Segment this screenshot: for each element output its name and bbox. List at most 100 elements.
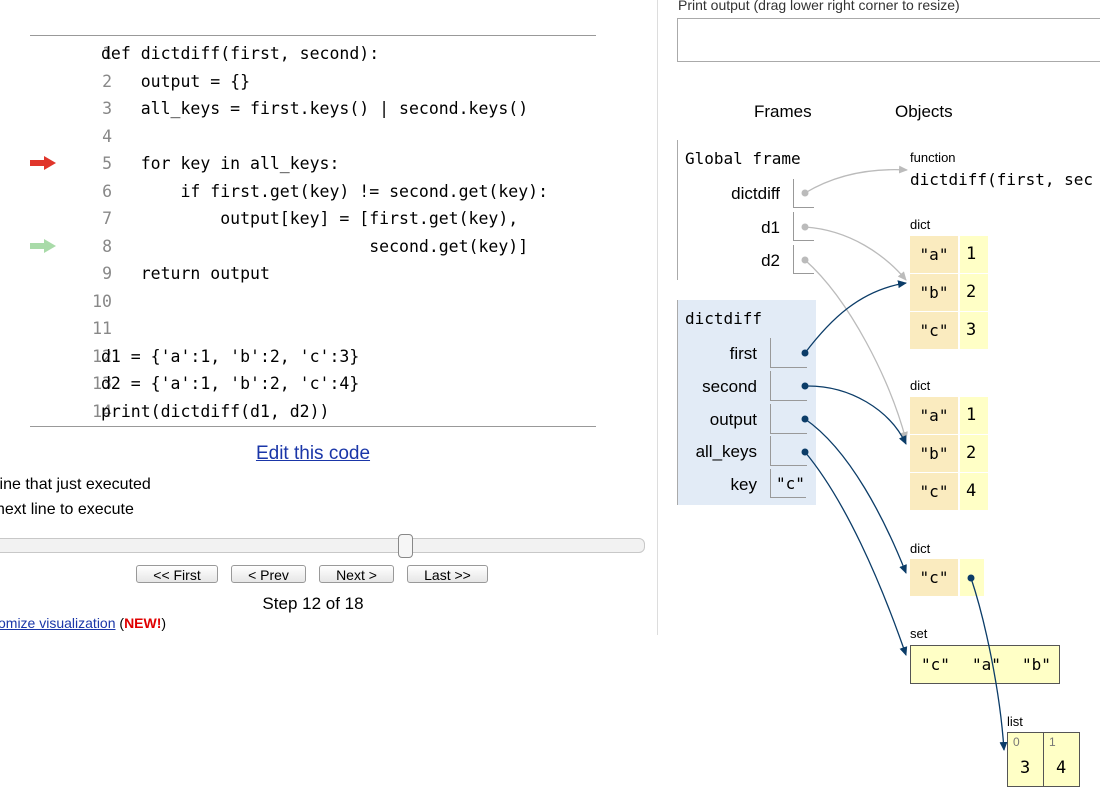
print-output-box[interactable] xyxy=(677,18,1100,62)
code-line: 11 xyxy=(30,315,596,342)
frames-header: Frames xyxy=(754,102,812,121)
function-object: dictdiff(first, sec xyxy=(910,170,1094,189)
var-name: all_keys xyxy=(695,442,757,461)
dict-key: "b" xyxy=(910,435,958,472)
list-cell-divider xyxy=(1043,733,1044,786)
dict-value: 2 xyxy=(960,435,988,472)
dict-value: 2 xyxy=(960,274,988,311)
var-pointer-cell xyxy=(770,436,807,466)
code-text: for key in all_keys: xyxy=(101,154,340,173)
var-pointer-cell xyxy=(793,212,814,241)
print-output-label: Print output (drag lower right corner to… xyxy=(678,0,960,13)
code-line: 12 d1 = {'a':1, 'b':2, 'c':3} xyxy=(30,343,596,370)
objects-header: Objects xyxy=(895,102,953,121)
code-line: 2 output = {} xyxy=(30,68,596,95)
code-text: def dictdiff(first, second): xyxy=(101,44,380,63)
code-text: print(dictdiff(d1, d2)) xyxy=(101,401,330,421)
code-text: if first.get(key) != second.get(key): xyxy=(101,181,549,201)
red-arrow-icon xyxy=(30,156,56,170)
code-line-next: 8 second.get(key)] xyxy=(30,233,596,260)
code-panel: 1 def dictdiff(first, second): 2 output … xyxy=(30,35,596,427)
set-item: "a" xyxy=(972,655,1001,674)
set-object: "c" "a" "b" xyxy=(910,645,1060,684)
dict-type-label: dict xyxy=(910,541,931,556)
code-line: 7 output[key] = [first.get(key), xyxy=(30,205,596,232)
code-line: 1 def dictdiff(first, second): xyxy=(30,40,596,67)
step-counter: Step 12 of 18 xyxy=(262,594,364,613)
code-text: second.get(key)] xyxy=(101,236,529,256)
set-item: "b" xyxy=(1022,655,1051,674)
code-text: d1 = {'a':1, 'b':2, 'c':3} xyxy=(101,346,360,366)
var-name: second xyxy=(702,377,757,396)
dict-value-pointer xyxy=(960,559,984,596)
legend-next-line: next line to execute xyxy=(0,501,134,518)
var-pointer-cell xyxy=(770,404,807,434)
dict-key: "c" xyxy=(910,473,958,510)
set-type-label: set xyxy=(910,626,928,641)
code-line: 4 xyxy=(30,123,596,150)
step-slider-track[interactable] xyxy=(0,538,645,553)
set-item: "c" xyxy=(921,655,950,674)
customize-visualization-link[interactable]: omize visualization xyxy=(0,615,116,631)
dict-value: 1 xyxy=(960,236,988,273)
step-slider-handle[interactable] xyxy=(397,534,413,558)
code-line-current: 5 for key in all_keys: xyxy=(30,150,596,177)
code-text: output = {} xyxy=(101,71,251,91)
code-line: 6 if first.get(key) != second.get(key): xyxy=(30,178,596,205)
list-index: 0 xyxy=(1013,735,1020,749)
var-name: dictdiff xyxy=(731,184,780,203)
list-item: 4 xyxy=(1056,758,1067,778)
global-pointer-arrows xyxy=(804,165,908,441)
list-type-label: list xyxy=(1007,714,1023,729)
global-frame-title: Global frame xyxy=(685,149,801,168)
var-pointer-cell xyxy=(770,338,807,368)
list-object: 0 1 3 4 xyxy=(1007,732,1080,787)
code-text: return output xyxy=(101,264,270,283)
customize-row: omize visualization (NEW!) xyxy=(0,615,166,631)
green-arrow-icon xyxy=(30,238,56,253)
code-line: 3 all_keys = first.keys() | second.keys(… xyxy=(30,95,596,122)
code-line: 9 return output xyxy=(30,260,596,287)
code-line: 13 d2 = {'a':1, 'b':2, 'c':4} xyxy=(30,370,596,397)
legend-just-executed: line that just executed xyxy=(0,476,151,493)
last-button[interactable]: Last >> xyxy=(407,565,488,583)
var-pointer-cell xyxy=(793,245,814,274)
var-name: output xyxy=(709,410,757,429)
dict-key: "b" xyxy=(910,274,958,311)
dict-value: 3 xyxy=(960,312,988,349)
var-pointer-cell xyxy=(793,179,814,208)
list-item: 3 xyxy=(1020,758,1031,778)
code-line: 14 print(dictdiff(d1, d2)) xyxy=(30,398,596,425)
dict-type-label: dict xyxy=(910,378,931,393)
function-type-label: function xyxy=(910,150,956,165)
code-text: all_keys = first.keys() | second.keys() xyxy=(101,99,529,118)
dictdiff-frame-title: dictdiff xyxy=(685,309,763,328)
code-text: d2 = {'a':1, 'b':2, 'c':4} xyxy=(101,374,360,393)
panel-divider xyxy=(657,0,658,635)
code-text: output[key] = [first.get(key), xyxy=(101,209,519,228)
edit-code-link[interactable]: Edit this code xyxy=(0,443,626,465)
var-name: key xyxy=(730,475,757,494)
dict-key: "a" xyxy=(910,236,958,273)
var-value-cell: "c" xyxy=(770,469,806,498)
code-line: 10 xyxy=(30,288,596,315)
var-name: d2 xyxy=(761,251,780,270)
dict-key: "c" xyxy=(910,312,958,349)
first-button[interactable]: << First xyxy=(136,565,218,583)
prev-button[interactable]: < Prev xyxy=(231,565,306,583)
next-button[interactable]: Next > xyxy=(319,565,394,583)
paren-close: ) xyxy=(161,615,167,631)
line-number: 4 xyxy=(102,126,112,146)
dict-key: "c" xyxy=(910,559,958,596)
new-badge: NEW! xyxy=(124,615,162,631)
dict-key: "a" xyxy=(910,397,958,434)
dict-value: 1 xyxy=(960,397,988,434)
var-name: first xyxy=(729,344,757,363)
list-index: 1 xyxy=(1049,735,1056,749)
dict-value: 4 xyxy=(960,473,988,510)
line-number: 10 xyxy=(92,291,112,311)
dict-type-label: dict xyxy=(910,217,931,232)
line-number: 11 xyxy=(92,319,112,338)
var-pointer-cell xyxy=(770,371,807,401)
var-name: d1 xyxy=(761,218,780,237)
